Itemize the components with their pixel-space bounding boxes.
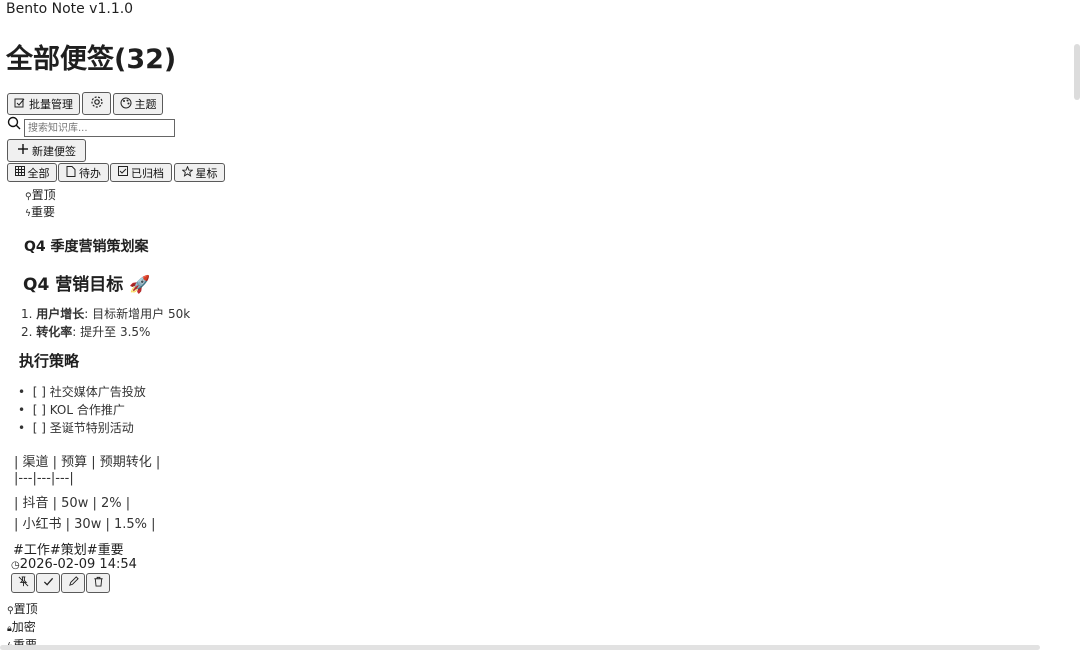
table-line: | 渠道 | 预算 | 预期转化 |: [14, 455, 161, 470]
filter-starred-button[interactable]: 星标: [174, 163, 225, 182]
filter-all-label: 全部: [27, 166, 50, 180]
note-heading-goals: Q4 营销目标 🚀: [23, 275, 151, 295]
check-icon: [43, 576, 54, 590]
bullet: •: [18, 421, 26, 435]
goal-key: 转化率: [36, 325, 73, 339]
pin-icon: ⚲: [7, 606, 14, 616]
gear-icon: [90, 95, 104, 112]
app-title: Bento Note v1.1.0: [6, 1, 134, 17]
checkbox-edit-icon: [14, 97, 26, 112]
filter-starred-label: 星标: [195, 166, 218, 180]
new-note-label: 新建便签: [32, 144, 76, 158]
complete-button[interactable]: [36, 573, 60, 593]
pencil-icon: [68, 576, 79, 590]
page-title: 全部便签(32): [6, 44, 177, 75]
task-item: • [ ] KOL 合作推广: [18, 401, 125, 418]
search-input[interactable]: [24, 119, 175, 137]
pin-icon: ⚲: [25, 192, 32, 202]
task-item: • [ ] 圣诞节特别活动: [18, 419, 134, 436]
flag-important-label: 重要: [30, 205, 55, 219]
table-line: | 小红书 | 30w | 1.5% |: [14, 517, 156, 532]
flag-pinned-label: 置顶: [31, 188, 56, 202]
pin-off-icon: [18, 576, 29, 590]
task-label: [ ] 社交媒体广告投放: [32, 385, 146, 399]
horizontal-scrollbar[interactable]: [0, 645, 1040, 650]
note-tags: #工作#策划#重要: [13, 543, 124, 558]
checkbox-icon: [118, 166, 128, 179]
note-heading-strategy: 执行策略: [19, 352, 80, 370]
bullet: •: [18, 403, 26, 417]
note-title: Q4 季度营销策划案: [24, 239, 149, 255]
vertical-scrollbar[interactable]: [1074, 44, 1080, 100]
theme-label: 主题: [134, 98, 157, 111]
table-line: | 抖音 | 50w | 2% |: [14, 496, 131, 511]
bullet: •: [18, 385, 26, 399]
filter-archived-label: 已归档: [131, 166, 164, 180]
filter-archived-button[interactable]: 已归档: [110, 163, 172, 182]
grid-icon: [14, 166, 25, 179]
search-icon: [7, 116, 21, 134]
flag-label: 加密: [11, 620, 36, 634]
plus-icon: [17, 143, 29, 158]
task-item: • [ ] 社交媒体广告投放: [18, 383, 146, 400]
edit-button[interactable]: [61, 573, 85, 593]
delete-button[interactable]: [86, 573, 110, 593]
unpin-button[interactable]: [11, 573, 35, 593]
goal-number: 1.: [21, 307, 33, 321]
file-icon: [66, 165, 76, 180]
goal-key: 用户增长: [36, 307, 85, 321]
star-icon: [180, 165, 194, 180]
flag-important: ϟ重要: [25, 203, 55, 220]
goal-value: : 目标新增用户 50k: [84, 307, 191, 321]
goal-item: 2. 转化率: 提升至 3.5%: [21, 323, 150, 340]
settings-button[interactable]: [82, 92, 111, 115]
filter-todo-label: 待办: [79, 166, 101, 180]
note2-flag-pinned: ⚲置顶: [7, 600, 38, 617]
new-note-button[interactable]: 新建便签: [7, 139, 86, 162]
theme-button[interactable]: 主题: [113, 93, 163, 115]
clock-icon: ◷: [11, 560, 20, 571]
goal-number: 2.: [21, 325, 33, 339]
flag-pinned: ⚲置顶: [25, 186, 56, 203]
note-timestamp: 2026-02-09 14:54: [19, 557, 137, 572]
batch-manage-label: 批量管理: [29, 98, 73, 111]
goal-value: : 提升至 3.5%: [72, 325, 151, 339]
task-label: [ ] KOL 合作推广: [32, 403, 125, 417]
goal-item: 1. 用户增长: 目标新增用户 50k: [21, 305, 190, 322]
task-label: [ ] 圣诞节特别活动: [32, 421, 134, 435]
filter-all-button[interactable]: 全部: [7, 163, 57, 182]
trash-icon: [93, 576, 104, 590]
flag-label: 置顶: [13, 602, 38, 616]
batch-manage-button[interactable]: 批量管理: [7, 93, 80, 115]
filter-todo-button[interactable]: 待办: [58, 163, 109, 182]
note2-flag-encrypted: 🔒︎加密: [7, 618, 36, 635]
palette-icon: [120, 97, 132, 112]
table-line: |---|---|---|: [14, 471, 74, 486]
note-timestamp-row: ◷2026-02-09 14:54: [11, 557, 137, 572]
